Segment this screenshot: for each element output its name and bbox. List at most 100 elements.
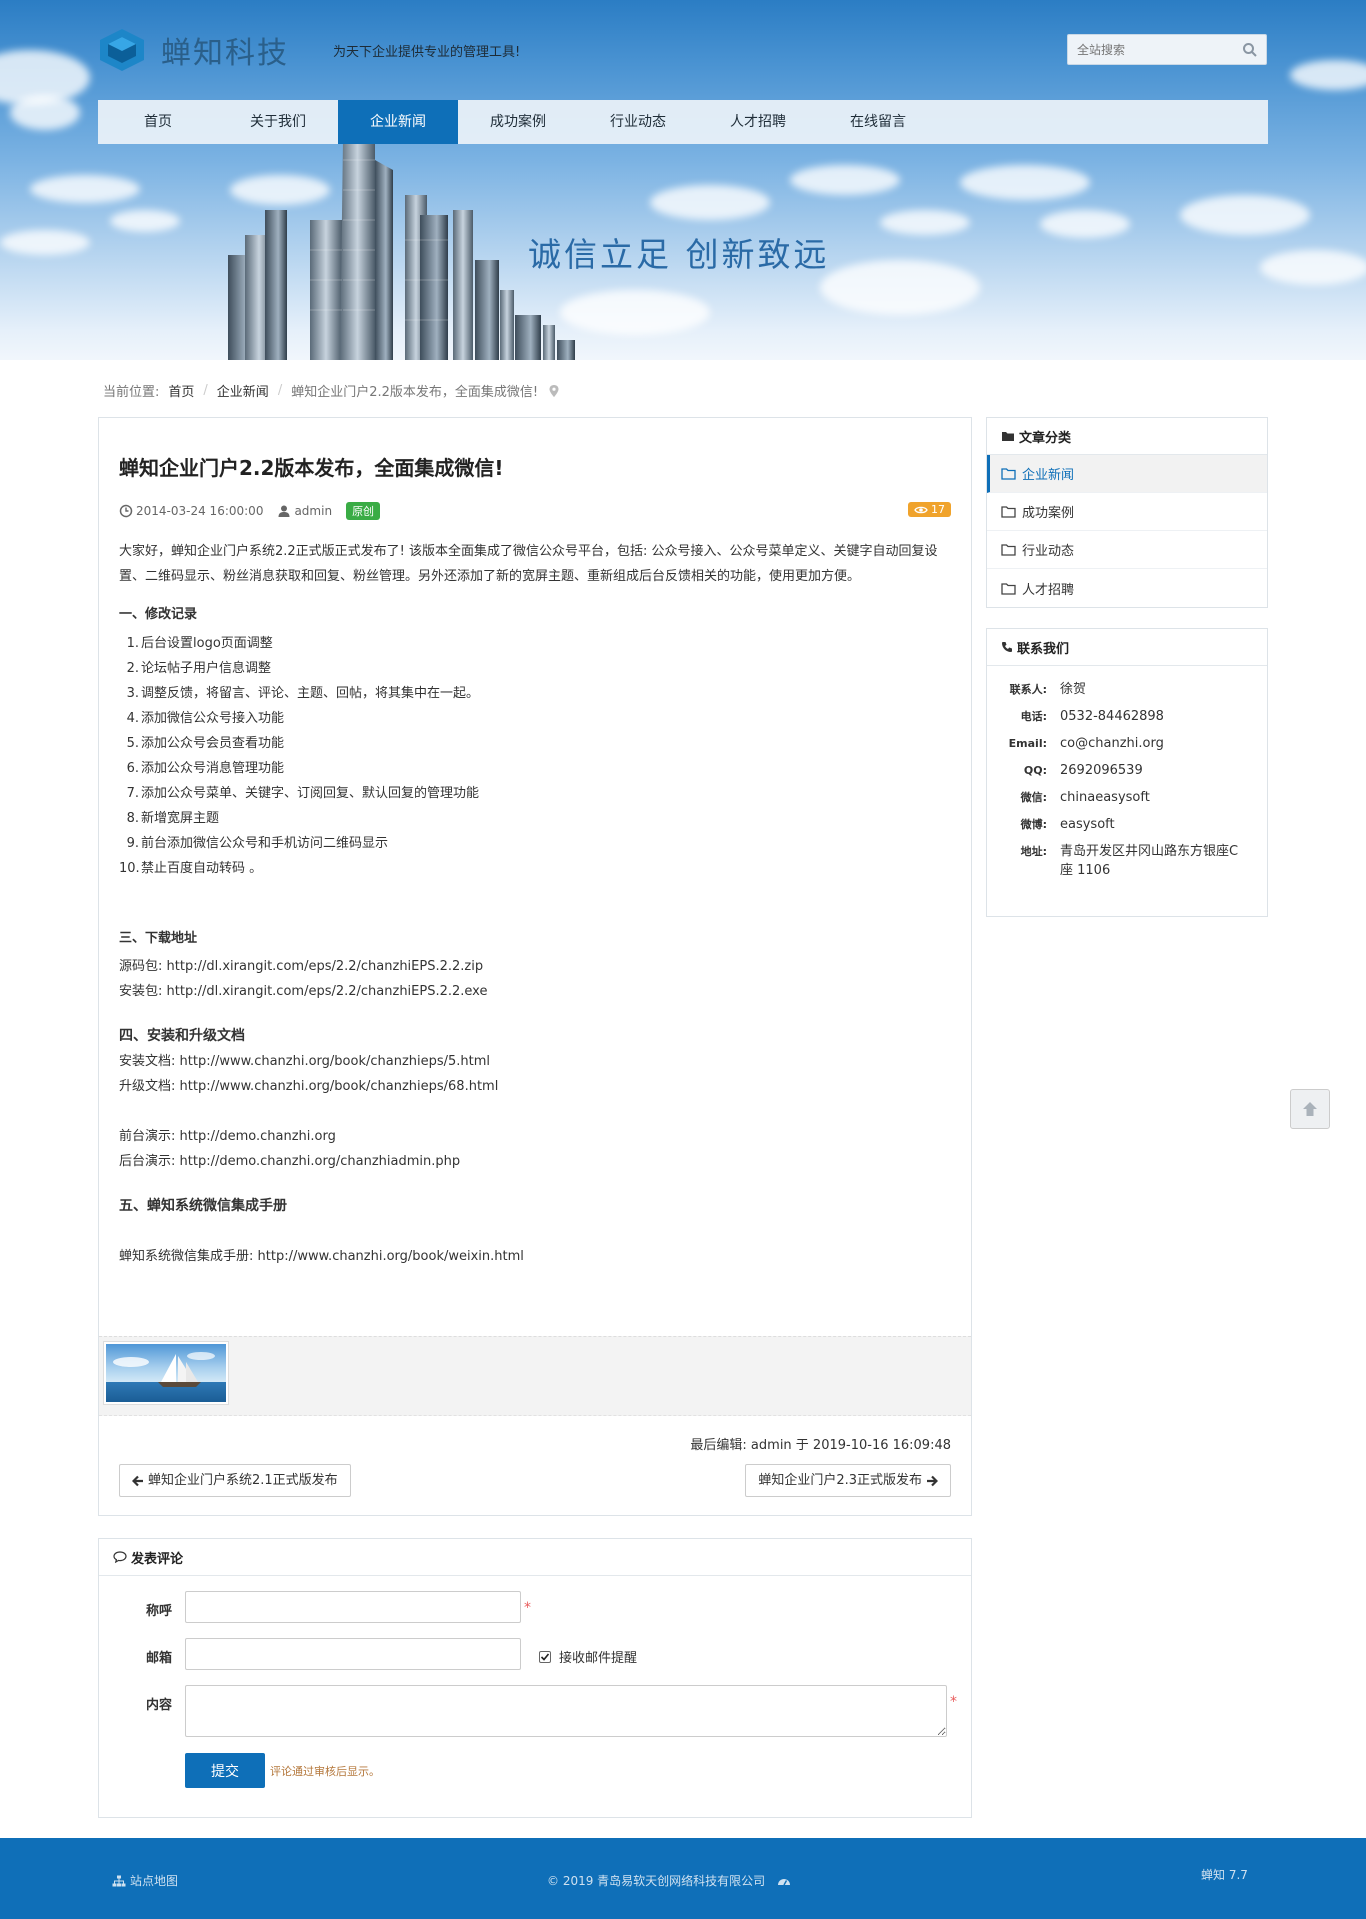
cloud-decoration: [650, 185, 770, 220]
cloud-decoration: [10, 95, 80, 130]
copyright: © 2019 青岛易软天创网络科技有限公司: [547, 1872, 791, 1889]
contact-row-weibo: 微博: easysoft: [987, 815, 1267, 834]
next-article-label: 蝉知企业门户2.3正式版发布: [758, 1473, 922, 1488]
install-doc-link[interactable]: http://www.chanzhi.org/book/chanzhieps/5…: [180, 1054, 491, 1069]
nav-item-about[interactable]: 关于我们: [218, 100, 338, 144]
email-notify-checkbox[interactable]: [539, 1650, 551, 1663]
source-download-link[interactable]: http://dl.xirangit.com/eps/2.2/chanzhiEP…: [167, 959, 484, 974]
site-footer: 站点地图 © 2019 青岛易软天创网络科技有限公司 蝉知 7.7: [0, 1838, 1366, 1919]
arrow-up-icon: [1303, 1102, 1317, 1116]
cloud-decoration: [880, 210, 970, 235]
cloud-decoration: [1040, 210, 1130, 238]
sailboat-image: [106, 1344, 226, 1402]
email-input[interactable]: [185, 1638, 521, 1670]
site-slogan: 为天下企业提供专业的管理工具!: [333, 45, 521, 60]
content-textarea[interactable]: [185, 1685, 947, 1737]
site-logo[interactable]: 蝉知科技: [97, 28, 297, 72]
views-badge: 17: [908, 502, 951, 517]
eye-icon: [914, 506, 928, 513]
cloud-decoration: [1260, 250, 1366, 285]
arrow-right-icon: [927, 1475, 938, 1486]
list-item: 6. 添加公众号消息管理功能: [126, 761, 285, 776]
article-panel: 蝉知企业门户2.2版本发布，全面集成微信! 2014-03-24 16:00:0…: [98, 417, 972, 1516]
cloud-decoration: [960, 165, 1090, 200]
cloud-decoration: [30, 175, 140, 203]
list-item: 4. 添加微信公众号接入功能: [126, 711, 285, 726]
category-item-industry[interactable]: 行业动态: [987, 531, 1267, 569]
phone-icon: [1002, 642, 1012, 652]
contact-row-qq: QQ: 2692096539: [987, 761, 1267, 780]
cloud-decoration: [820, 260, 980, 315]
email-notify-option: 接收邮件提醒: [539, 1647, 637, 1666]
search-input[interactable]: [1068, 35, 1228, 64]
upgrade-doc-link[interactable]: http://www.chanzhi.org/book/chanzhieps/6…: [180, 1079, 499, 1094]
image-thumbnail[interactable]: [103, 1341, 229, 1405]
contact-row-phone: 电话: 0532-84462898: [1020, 709, 1164, 724]
search-icon[interactable]: [1242, 42, 1258, 58]
install-doc-line: 安装文档: http://www.chanzhi.org/book/chanzh…: [119, 1054, 491, 1069]
contact-row-person: 联系人: 徐贺: [1009, 682, 1087, 697]
comment-icon: [113, 1551, 127, 1563]
name-input[interactable]: [185, 1591, 521, 1623]
category-item-news[interactable]: 企业新闻: [987, 455, 1267, 493]
changelog-list: 1. 后台设置logo页面调整 2. 论坛帖子用户信息调整 3. 调整反馈，将留言、评…: [119, 631, 951, 881]
category-title: 文章分类: [1019, 430, 1072, 446]
main-nav: 首页 关于我们 企业新闻 成功案例 行业动态 人才招聘 在线留言: [98, 100, 1268, 144]
image-gallery: [99, 1336, 971, 1416]
list-item: 7. 添加公众号菜单、关键字、订阅回复、默认回复的管理功能: [126, 786, 480, 801]
category-item-jobs[interactable]: 人才招聘: [987, 569, 1267, 607]
user-icon: [278, 505, 290, 517]
breadcrumb-home[interactable]: 首页: [168, 381, 194, 400]
breadcrumb-news[interactable]: 企业新闻: [217, 381, 269, 400]
upgrade-doc-line: 升级文档: http://www.chanzhi.org/book/chanzh…: [119, 1079, 499, 1094]
contact-email-link[interactable]: co@chanzhi.org: [1060, 734, 1250, 753]
nav-item-industry[interactable]: 行业动态: [578, 100, 698, 144]
comment-title: 发表评论: [131, 1551, 184, 1567]
nav-item-news[interactable]: 企业新闻: [338, 100, 458, 144]
cloud-decoration: [110, 210, 180, 232]
email-notify-label: 接收邮件提醒: [559, 1651, 638, 1666]
contact-qq-link[interactable]: 2692096539: [1060, 761, 1250, 780]
contact-weibo-link[interactable]: easysoft: [1060, 815, 1250, 834]
manual-link[interactable]: http://www.chanzhi.org/book/weixin.html: [258, 1249, 524, 1264]
article-intro: 大家好，蝉知企业门户系统2.2正式版正式发布了! 该版本全面集成了微信公众号平台…: [119, 544, 938, 584]
cloud-decoration: [0, 230, 90, 255]
powered-by-version[interactable]: 蝉知 7.7: [1201, 1866, 1248, 1883]
clock-icon: [119, 504, 133, 518]
logo-text: 蝉知科技: [161, 36, 289, 71]
category-item-cases[interactable]: 成功案例: [987, 493, 1267, 531]
map-marker-icon: [549, 384, 559, 397]
contact-row-address: 地址: 青岛开发区井冈山路东方银座C座 1106: [1020, 844, 1239, 878]
section-title-manual: 五、蝉知系统微信集成手册: [119, 1198, 287, 1214]
installer-download-link[interactable]: http://dl.xirangit.com/eps/2.2/chanzhiEP…: [167, 984, 488, 999]
breadcrumb-current: 蝉知企业门户2.2版本发布，全面集成微信!: [291, 385, 539, 400]
breadcrumb-prefix: 当前位置:: [103, 385, 160, 400]
submit-button[interactable]: 提交: [185, 1753, 265, 1788]
arrow-left-icon: [132, 1475, 143, 1486]
sitemap-label: 站点地图: [130, 1874, 179, 1888]
email-label: 邮箱: [146, 1651, 173, 1666]
sitemap-link[interactable]: 站点地图: [112, 1872, 178, 1889]
prev-article-label: 蝉知企业门户系统2.1正式版发布: [148, 1473, 338, 1488]
sitemap-icon: [112, 1875, 126, 1886]
demo-front-link[interactable]: http://demo.chanzhi.org: [180, 1129, 336, 1144]
cloud-decoration: [790, 165, 900, 195]
next-article-button[interactable]: 蝉知企业门户2.3正式版发布: [745, 1464, 951, 1497]
nav-item-home[interactable]: 首页: [98, 100, 218, 144]
folder-icon: [1001, 544, 1016, 556]
article-content: 大家好，蝉知企业门户系统2.2正式版正式发布了! 该版本全面集成了微信公众号平台…: [119, 539, 951, 1269]
nav-item-jobs[interactable]: 人才招聘: [698, 100, 818, 144]
contact-row-email: Email: co@chanzhi.org: [987, 734, 1267, 753]
section-title-changelog: 一、修改记录: [119, 607, 198, 622]
folder-icon: [1001, 506, 1016, 518]
nav-item-cases[interactable]: 成功案例: [458, 100, 578, 144]
contact-header: 联系我们: [987, 629, 1267, 666]
logo-hexagon-icon: [100, 29, 144, 71]
back-to-top-button[interactable]: [1290, 1089, 1330, 1129]
nav-item-message[interactable]: 在线留言: [818, 100, 938, 144]
prev-article-button[interactable]: 蝉知企业门户系统2.1正式版发布: [119, 1464, 351, 1497]
demo-back-link[interactable]: http://demo.chanzhi.org/chanzhiadmin.php: [180, 1154, 461, 1169]
list-item: 1. 后台设置logo页面调整: [126, 636, 273, 651]
